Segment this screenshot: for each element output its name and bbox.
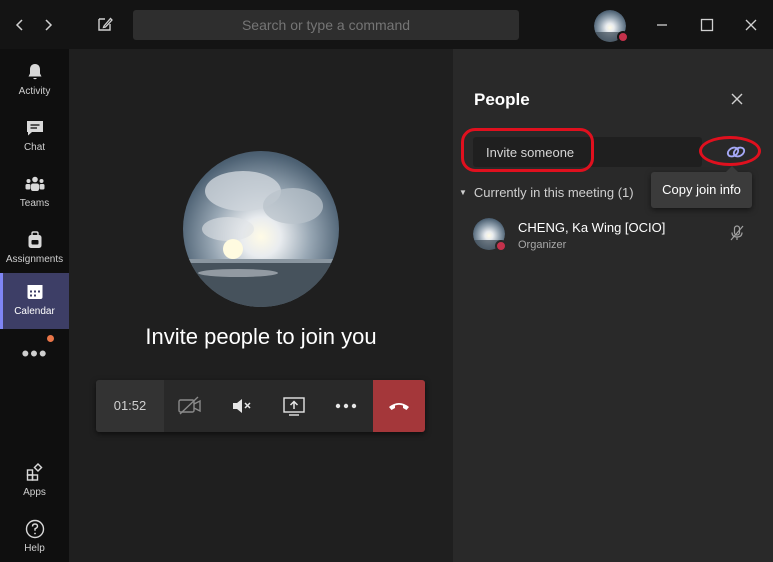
meeting-stage: Invite people to join you 01:52: [69, 49, 453, 562]
call-controls: 01:52: [96, 380, 425, 432]
compose-icon: [98, 17, 113, 31]
help-icon: [25, 519, 44, 539]
chevron-left-icon: [15, 19, 23, 31]
rail-label: Calendar: [14, 306, 55, 317]
link-icon: [726, 146, 746, 158]
camera-off-icon: [178, 396, 201, 415]
rail-label: Chat: [23, 142, 46, 153]
forward-button[interactable]: [38, 13, 58, 37]
bell-icon: [28, 64, 41, 80]
close-icon: [731, 93, 743, 105]
avatar-photo: [183, 151, 339, 307]
rail-item-calendar[interactable]: Calendar: [0, 273, 69, 329]
call-timer: 01:52: [96, 380, 164, 432]
participant-mic-status: [728, 224, 746, 242]
maximize-button[interactable]: [695, 13, 719, 37]
meeting-participants-section[interactable]: ▼ Currently in this meeting (1): [459, 183, 634, 201]
rail-label: Apps: [23, 487, 46, 498]
busy-status-dot: [617, 31, 629, 43]
rail-label: Help: [24, 543, 45, 554]
rail-label: Activity: [18, 86, 51, 97]
section-label: Currently in this meeting (1): [473, 184, 634, 200]
camera-toggle-button[interactable]: [164, 380, 216, 432]
minimize-icon: [657, 24, 667, 26]
participant-name: CHENG, Ka Wing [OCIO]: [518, 220, 666, 235]
search-input[interactable]: [133, 10, 519, 40]
rail-label: Teams: [19, 198, 50, 209]
copy-join-info-tooltip: Copy join info: [651, 166, 752, 208]
app-rail: Activity Chat Teams Assignments Calendar…: [0, 49, 69, 562]
mic-off-icon: [730, 225, 744, 241]
minimize-button[interactable]: [650, 13, 674, 37]
title-bar: [0, 0, 773, 49]
phone-hangup-icon: [389, 403, 409, 410]
share-screen-icon: [283, 397, 305, 416]
participant-avatar-large: [183, 151, 339, 307]
rail-item-teams[interactable]: Teams: [0, 165, 69, 221]
panel-title: People: [474, 90, 530, 109]
back-button[interactable]: [10, 13, 30, 37]
teams-icon: [25, 176, 44, 191]
mute-toggle-button[interactable]: [216, 380, 268, 432]
chat-icon: [26, 121, 43, 136]
caret-down-icon: ▼: [459, 187, 467, 197]
backpack-icon: [28, 231, 41, 248]
close-panel-button[interactable]: [728, 90, 746, 108]
chevron-right-icon: [45, 19, 53, 31]
notification-dot: [47, 335, 54, 342]
participant-row[interactable]: CHENG, Ka Wing [OCIO] Organizer: [453, 212, 773, 260]
rail-item-help[interactable]: Help: [0, 510, 69, 562]
participant-role: Organizer: [518, 239, 567, 251]
people-panel: People Copy join info ▼ Currently in thi…: [453, 49, 773, 562]
rail-item-assignments[interactable]: Assignments: [0, 221, 69, 277]
close-icon: [745, 19, 757, 31]
share-screen-button[interactable]: [268, 380, 320, 432]
speaker-muted-icon: [233, 399, 251, 413]
apps-icon: [26, 462, 43, 481]
rail-item-activity[interactable]: Activity: [0, 53, 69, 109]
close-window-button[interactable]: [739, 13, 763, 37]
copy-join-info-button[interactable]: [723, 139, 749, 165]
maximize-icon: [700, 18, 714, 32]
rail-label: Assignments: [5, 254, 64, 265]
invite-someone-input[interactable]: [473, 137, 702, 167]
more-apps-button[interactable]: •••: [0, 339, 69, 375]
new-chat-button[interactable]: [95, 14, 115, 34]
invite-prompt: Invite people to join you: [145, 324, 377, 349]
teams-window: Activity Chat Teams Assignments Calendar…: [0, 0, 773, 562]
busy-status-dot: [495, 240, 507, 252]
more-dots-icon: [335, 403, 357, 409]
rail-item-chat[interactable]: Chat: [0, 109, 69, 165]
hang-up-button[interactable]: [373, 380, 425, 432]
calendar-icon: [27, 285, 42, 299]
rail-item-apps[interactable]: Apps: [0, 454, 69, 510]
more-actions-button[interactable]: [320, 380, 372, 432]
